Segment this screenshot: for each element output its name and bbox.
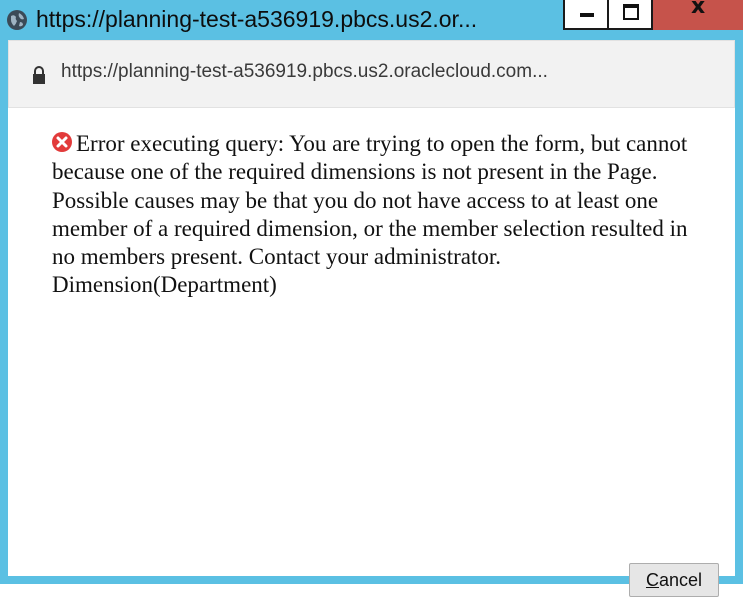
globe-icon — [7, 10, 27, 30]
window-title: https://planning-test-a536919.pbcs.us2.o… — [36, 6, 478, 32]
error-icon — [52, 132, 72, 152]
close-button[interactable]: x — [653, 0, 743, 30]
dialog-content: Error executing query: You are trying to… — [8, 108, 735, 597]
cancel-button[interactable]: Cancel — [629, 563, 719, 597]
minimize-button[interactable] — [563, 0, 609, 30]
address-url: https://planning-test-a536919.pbcs.us2.o… — [61, 61, 548, 82]
maximize-icon — [623, 4, 639, 20]
lock-icon — [33, 66, 45, 84]
error-message: Error executing query: You are trying to… — [52, 130, 712, 300]
minimize-icon — [580, 13, 594, 17]
error-message-text: Error executing query: You are trying to… — [52, 131, 688, 298]
maximize-button[interactable] — [609, 0, 653, 30]
cancel-label: ancel — [658, 570, 703, 590]
browser-popup-window: https://planning-test-a536919.pbcs.us2.o… — [0, 0, 743, 597]
cancel-accesskey: C — [645, 570, 659, 590]
address-bar: https://planning-test-a536919.pbcs.us2.o… — [8, 40, 735, 108]
title-bar[interactable]: https://planning-test-a536919.pbcs.us2.o… — [0, 0, 743, 40]
close-icon: x — [691, 0, 706, 19]
